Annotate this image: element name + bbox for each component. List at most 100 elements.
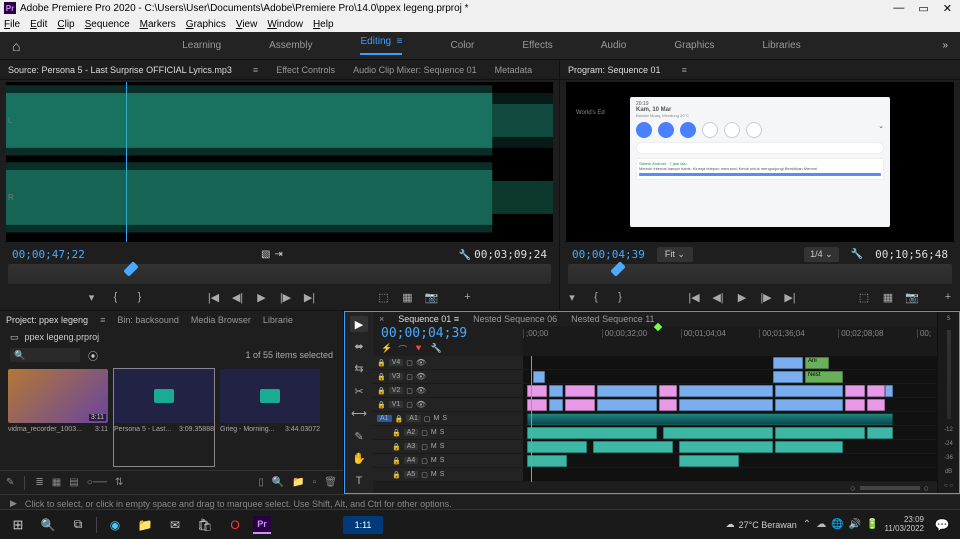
- snap-icon[interactable]: ⚡: [381, 343, 392, 356]
- tray-chevron-icon[interactable]: ⌃: [803, 519, 811, 530]
- seq-tab-1[interactable]: Sequence 01 ≡: [398, 314, 459, 324]
- project-item[interactable]: Persona 5 - Last...3:09.35888: [114, 369, 214, 466]
- taskbar-clock[interactable]: 23:09 11/03/2022: [885, 516, 924, 534]
- fit-dropdown[interactable]: Fit ⌄: [657, 247, 693, 262]
- zoom-slider-icon[interactable]: ○──: [87, 477, 107, 488]
- solo-icon[interactable]: S: [946, 316, 950, 322]
- audio-clip[interactable]: [527, 441, 587, 453]
- new-item-icon[interactable]: ▫: [313, 477, 317, 488]
- audio-clip[interactable]: [679, 455, 739, 467]
- ws-effects[interactable]: Effects: [522, 40, 552, 51]
- opera-icon[interactable]: O: [223, 514, 247, 536]
- menu-file[interactable]: File: [4, 19, 20, 30]
- timeline-zoom-out-icon[interactable]: ○: [850, 483, 855, 493]
- export-frame-icon[interactable]: 📷: [905, 291, 919, 304]
- clip[interactable]: [533, 371, 545, 383]
- audio-clip[interactable]: [527, 455, 567, 467]
- menu-sequence[interactable]: Sequence: [85, 19, 130, 30]
- hand-tool[interactable]: ✋: [350, 450, 368, 466]
- explorer-icon[interactable]: 📁: [133, 514, 157, 536]
- clip[interactable]: [565, 399, 595, 411]
- bin-tab[interactable]: Bin: backsound: [117, 315, 179, 325]
- mail-icon[interactable]: ✉: [163, 514, 187, 536]
- tab-menu-icon[interactable]: ≡: [100, 315, 105, 325]
- goto-in-icon[interactable]: |◀: [207, 291, 221, 304]
- clip[interactable]: [885, 385, 893, 397]
- ws-color[interactable]: Color: [450, 40, 474, 51]
- track-v4[interactable]: 🔒V4▢👁: [373, 356, 523, 370]
- start-button[interactable]: ⊞: [6, 514, 30, 536]
- goto-out-icon[interactable]: ▶|: [783, 291, 797, 304]
- step-back-icon[interactable]: ◀|: [231, 291, 245, 304]
- marker-add-icon[interactable]: 🔻: [413, 343, 424, 356]
- seq-tab-3[interactable]: Nested Sequence 11: [571, 314, 654, 324]
- project-search-input[interactable]: 🔍: [10, 348, 80, 362]
- menu-markers[interactable]: Markers: [140, 19, 176, 30]
- find-icon[interactable]: 🔍: [272, 477, 284, 488]
- slip-tool[interactable]: ⟷: [350, 406, 368, 422]
- source-scrubber[interactable]: [8, 264, 551, 284]
- taskbar-search[interactable]: 🔍: [36, 514, 60, 536]
- step-fwd-icon[interactable]: |▶: [759, 291, 773, 304]
- menu-view[interactable]: View: [236, 19, 258, 30]
- source-scrub-handle[interactable]: [124, 261, 140, 277]
- track-v2[interactable]: 🔒V2▢👁: [373, 384, 523, 398]
- onedrive-icon[interactable]: ☁: [816, 519, 826, 530]
- timeline-ruler[interactable]: ;00;00 00;00;32;00 00;01;04;04 00;01;36;…: [523, 326, 937, 356]
- track-a1[interactable]: A1🔒A1▢MS: [373, 412, 523, 426]
- system-tray[interactable]: ⌃ ☁ 🌐 🔊 🔋: [803, 519, 879, 530]
- project-item[interactable]: 3:11 vidma_recorder_1003...3:11: [8, 369, 108, 466]
- overflow-icon[interactable]: »: [942, 40, 948, 51]
- clip[interactable]: [679, 399, 773, 411]
- task-view-icon[interactable]: ⧉: [66, 514, 90, 536]
- track-v1[interactable]: 🔒V1▢👁: [373, 398, 523, 412]
- play-button[interactable]: ▶: [255, 291, 269, 304]
- audio-mixer-tab[interactable]: Audio Clip Mixer: Sequence 01: [353, 65, 477, 75]
- audio-clip[interactable]: [679, 441, 773, 453]
- zoom-fit-icon[interactable]: ⇥: [274, 249, 282, 260]
- track-a5[interactable]: 🔒A5▢MS: [373, 468, 523, 482]
- marker-icon[interactable]: ▾: [565, 291, 579, 304]
- timeline-tc[interactable]: 00;00;04;39: [381, 326, 515, 341]
- edge-icon[interactable]: ◉: [103, 514, 127, 536]
- clip[interactable]: [549, 385, 563, 397]
- export-frame-icon[interactable]: 📷: [425, 291, 439, 304]
- fx-icon[interactable]: ▧: [261, 249, 270, 260]
- project-item[interactable]: Grieg - Morning...3:44.03072: [220, 369, 320, 466]
- ws-libraries[interactable]: Libraries: [762, 40, 800, 51]
- menu-clip[interactable]: Clip: [57, 19, 74, 30]
- settings-icon[interactable]: 🔧: [430, 343, 441, 356]
- clip[interactable]: [773, 357, 803, 369]
- timeline-playhead[interactable]: [531, 356, 532, 482]
- razor-tool[interactable]: ✂: [350, 383, 368, 399]
- audio-clip[interactable]: [593, 441, 673, 453]
- selection-tool[interactable]: ▶: [350, 316, 368, 332]
- battery-icon[interactable]: 🔋: [866, 519, 878, 530]
- list-view-icon[interactable]: ≣: [35, 477, 43, 488]
- clip[interactable]: [867, 399, 885, 411]
- marker-icon[interactable]: ▾: [85, 291, 99, 304]
- program-tab[interactable]: Program: Sequence 01: [568, 65, 661, 75]
- program-scrubber[interactable]: [568, 264, 952, 284]
- clip[interactable]: [565, 385, 595, 397]
- menu-help[interactable]: Help: [313, 19, 334, 30]
- maximize-button[interactable]: ▭: [918, 2, 928, 15]
- track-select-tool[interactable]: ⬌: [350, 338, 368, 354]
- filter-icon[interactable]: ⦿: [88, 348, 98, 363]
- ripple-tool[interactable]: ⇆: [350, 361, 368, 377]
- write-icon[interactable]: ✎: [6, 477, 14, 488]
- wrench-icon[interactable]: 🔧: [459, 250, 471, 261]
- store-icon[interactable]: 🛍: [193, 514, 217, 536]
- step-fwd-icon[interactable]: |▶: [279, 291, 293, 304]
- in-bracket-icon[interactable]: {: [109, 291, 123, 303]
- new-bin-icon[interactable]: 📁: [292, 477, 304, 488]
- media-browser-tab[interactable]: Media Browser: [191, 315, 251, 325]
- clip[interactable]: [527, 385, 547, 397]
- audio-clip[interactable]: [663, 427, 773, 439]
- libraries-tab[interactable]: Librarie: [263, 315, 293, 325]
- timeline-clips-area[interactable]: Ani Nest: [523, 356, 937, 482]
- effect-controls-tab[interactable]: Effect Controls: [276, 65, 335, 75]
- source-in-tc[interactable]: 00;00;47;22: [12, 248, 85, 261]
- clip[interactable]: [845, 399, 865, 411]
- clip-nest[interactable]: Nest: [805, 371, 843, 383]
